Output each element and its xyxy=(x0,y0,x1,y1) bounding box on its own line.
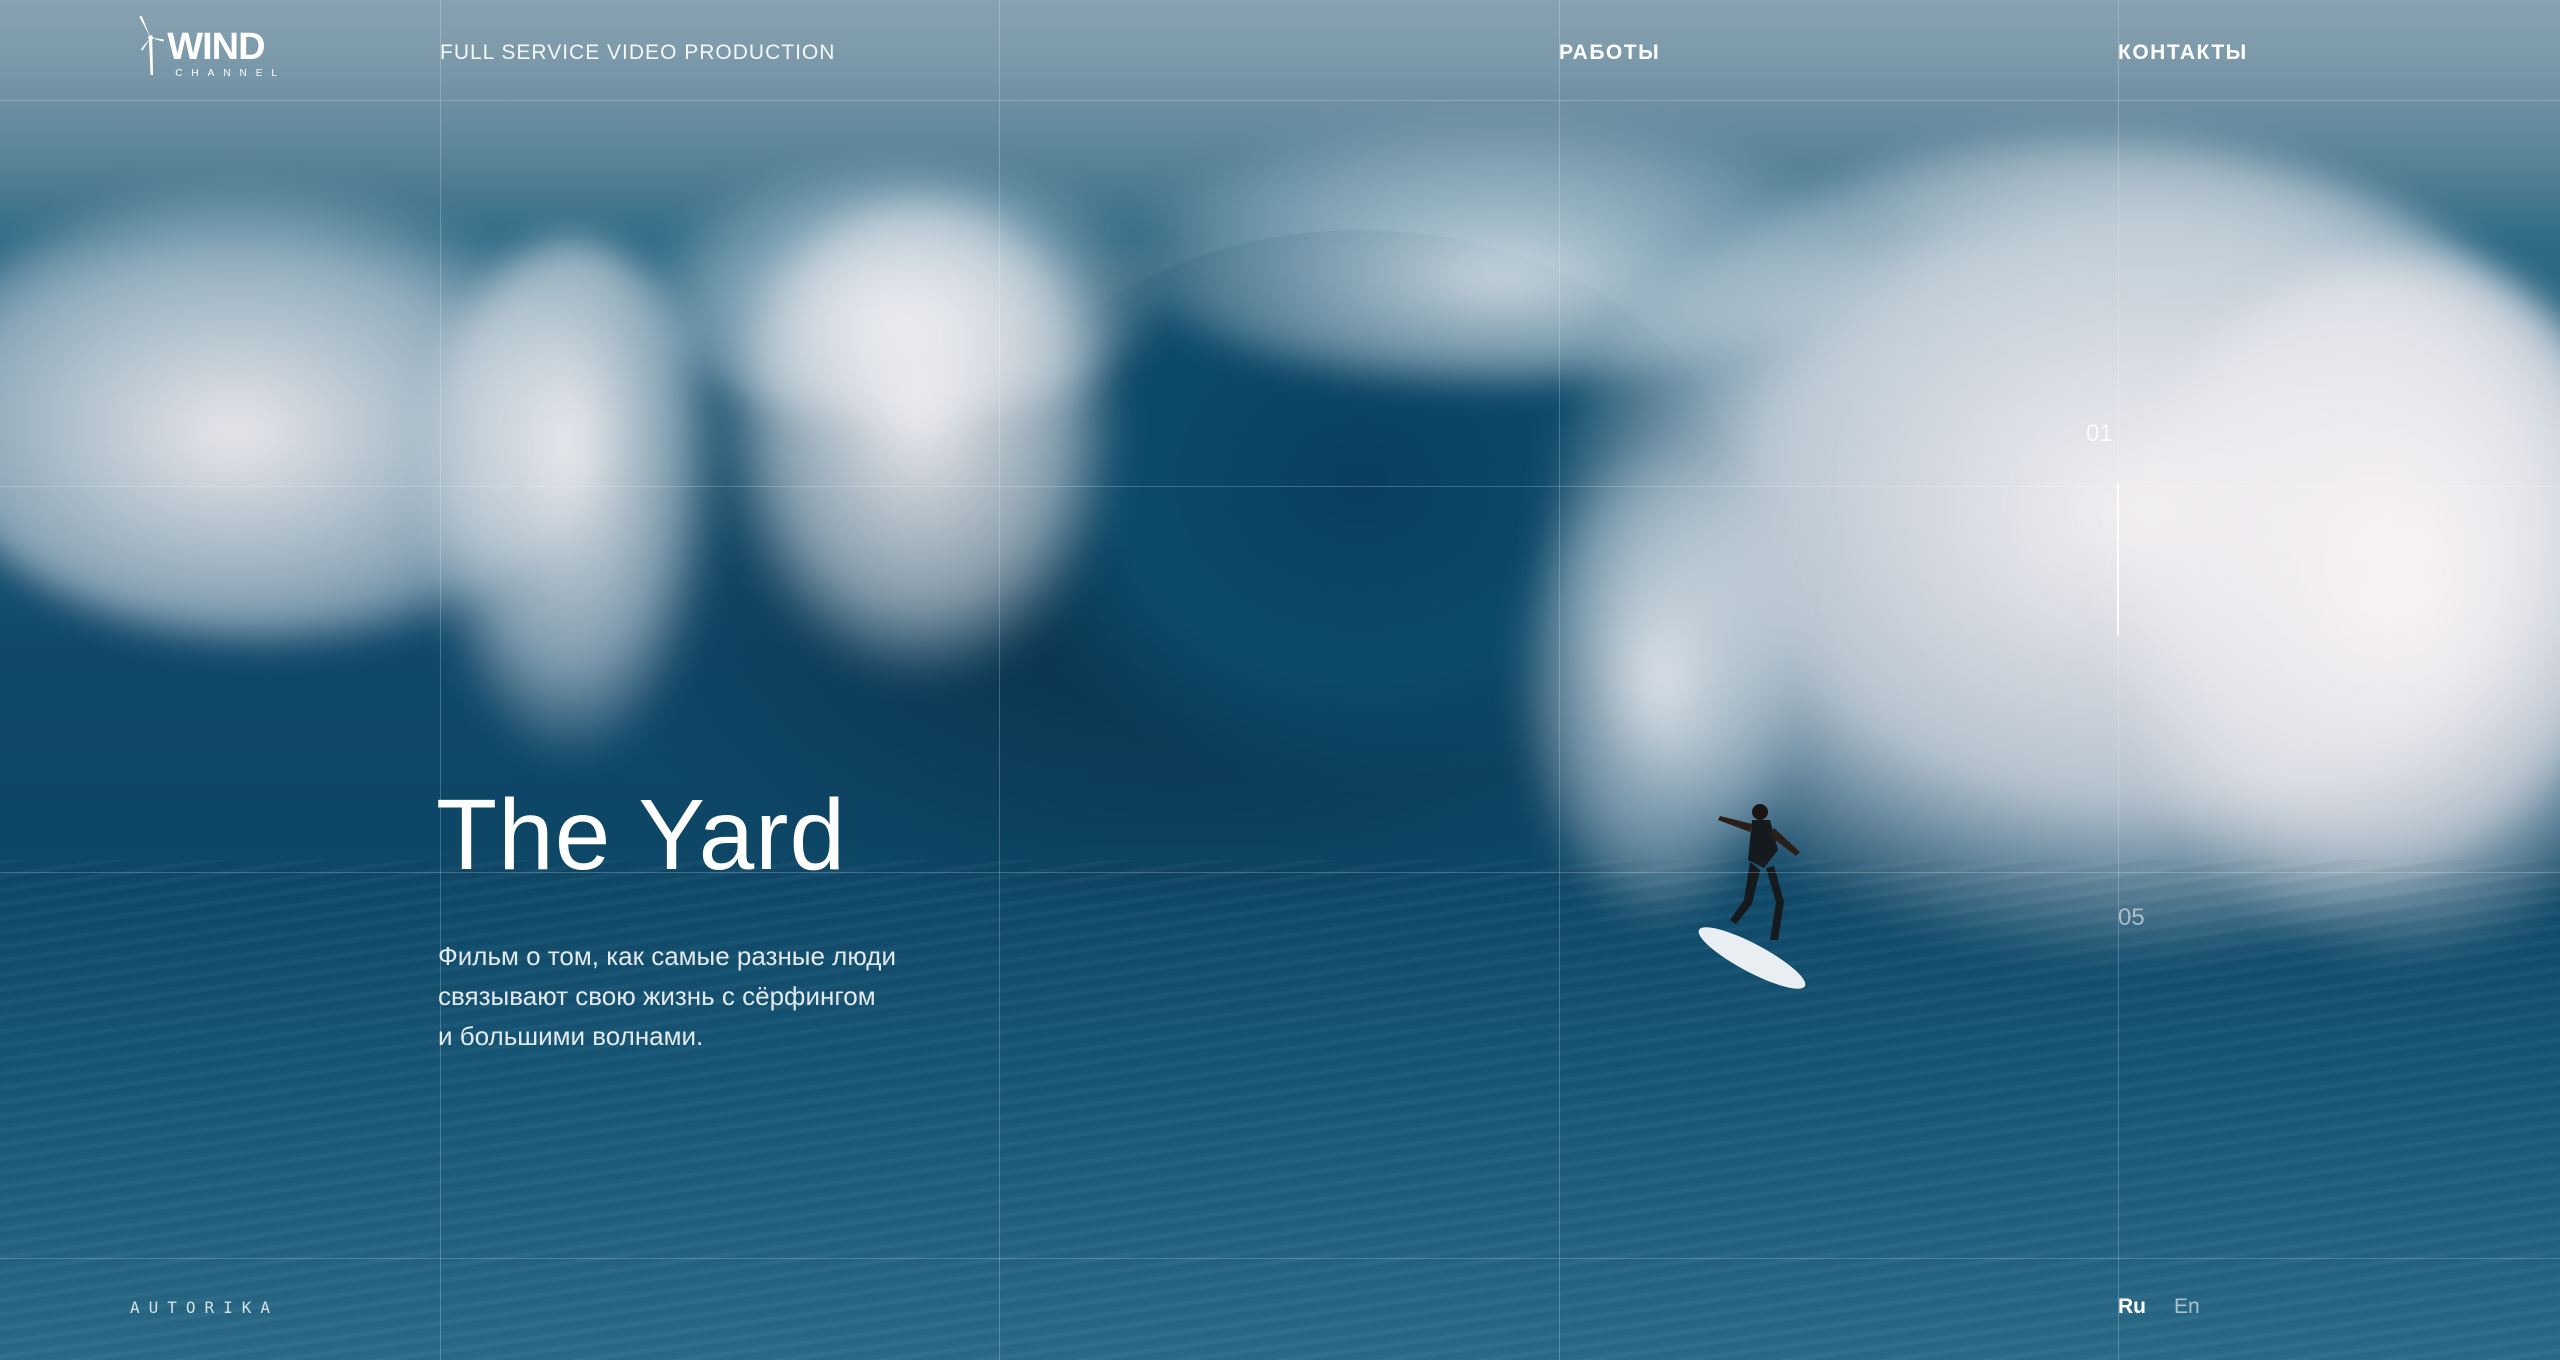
nav-works-link[interactable]: РАБОТЫ xyxy=(1559,41,1660,65)
grid-line-horizontal xyxy=(0,1258,2560,1259)
lang-switch-en[interactable]: En xyxy=(2174,1295,2200,1319)
grid-line-horizontal xyxy=(0,872,2560,873)
hero-background-wave xyxy=(0,0,2560,1360)
surfer-figure xyxy=(1698,804,1806,989)
slide-counter-current[interactable]: 01 xyxy=(2086,420,2113,448)
hero-description-line: и большими волнами. xyxy=(438,1021,704,1051)
grid-line-horizontal xyxy=(0,486,2560,487)
lang-switch-ru[interactable]: Ru xyxy=(2118,1295,2146,1319)
grid-line-vertical xyxy=(2118,0,2119,1360)
tagline: FULL SERVICE VIDEO PRODUCTION xyxy=(440,41,836,64)
hero-description-line: Фильм о том, как самые разные люди xyxy=(438,941,896,971)
logo-wordmark: WIND xyxy=(167,26,265,68)
grid-line-horizontal xyxy=(0,100,2560,101)
logo-subtitle: CHANNEL xyxy=(175,68,286,79)
nav-contacts-link[interactable]: КОНТАКТЫ xyxy=(2118,41,2248,65)
slide-counter-total[interactable]: 05 xyxy=(2118,904,2145,932)
grid-line-vertical xyxy=(999,0,1000,1360)
grid-line-vertical xyxy=(1559,0,1560,1360)
grid-line-vertical xyxy=(440,0,441,1360)
hero-description-line: связывают свою жизнь с сёрфингом xyxy=(438,981,876,1011)
wave-foam-center-left xyxy=(720,200,1120,680)
hero-title[interactable]: The Yard xyxy=(436,775,846,895)
logo[interactable]: WIND CHANNEL xyxy=(136,8,286,84)
wind-turbine-icon xyxy=(139,15,164,76)
studio-credit-logo[interactable]: AUTORIKA xyxy=(130,1298,279,1317)
sea-ripples xyxy=(0,860,2560,1360)
hero-description: Фильм о том, как самые разные люди связы… xyxy=(438,936,1058,1056)
slide-progress-bar xyxy=(2117,484,2119,636)
